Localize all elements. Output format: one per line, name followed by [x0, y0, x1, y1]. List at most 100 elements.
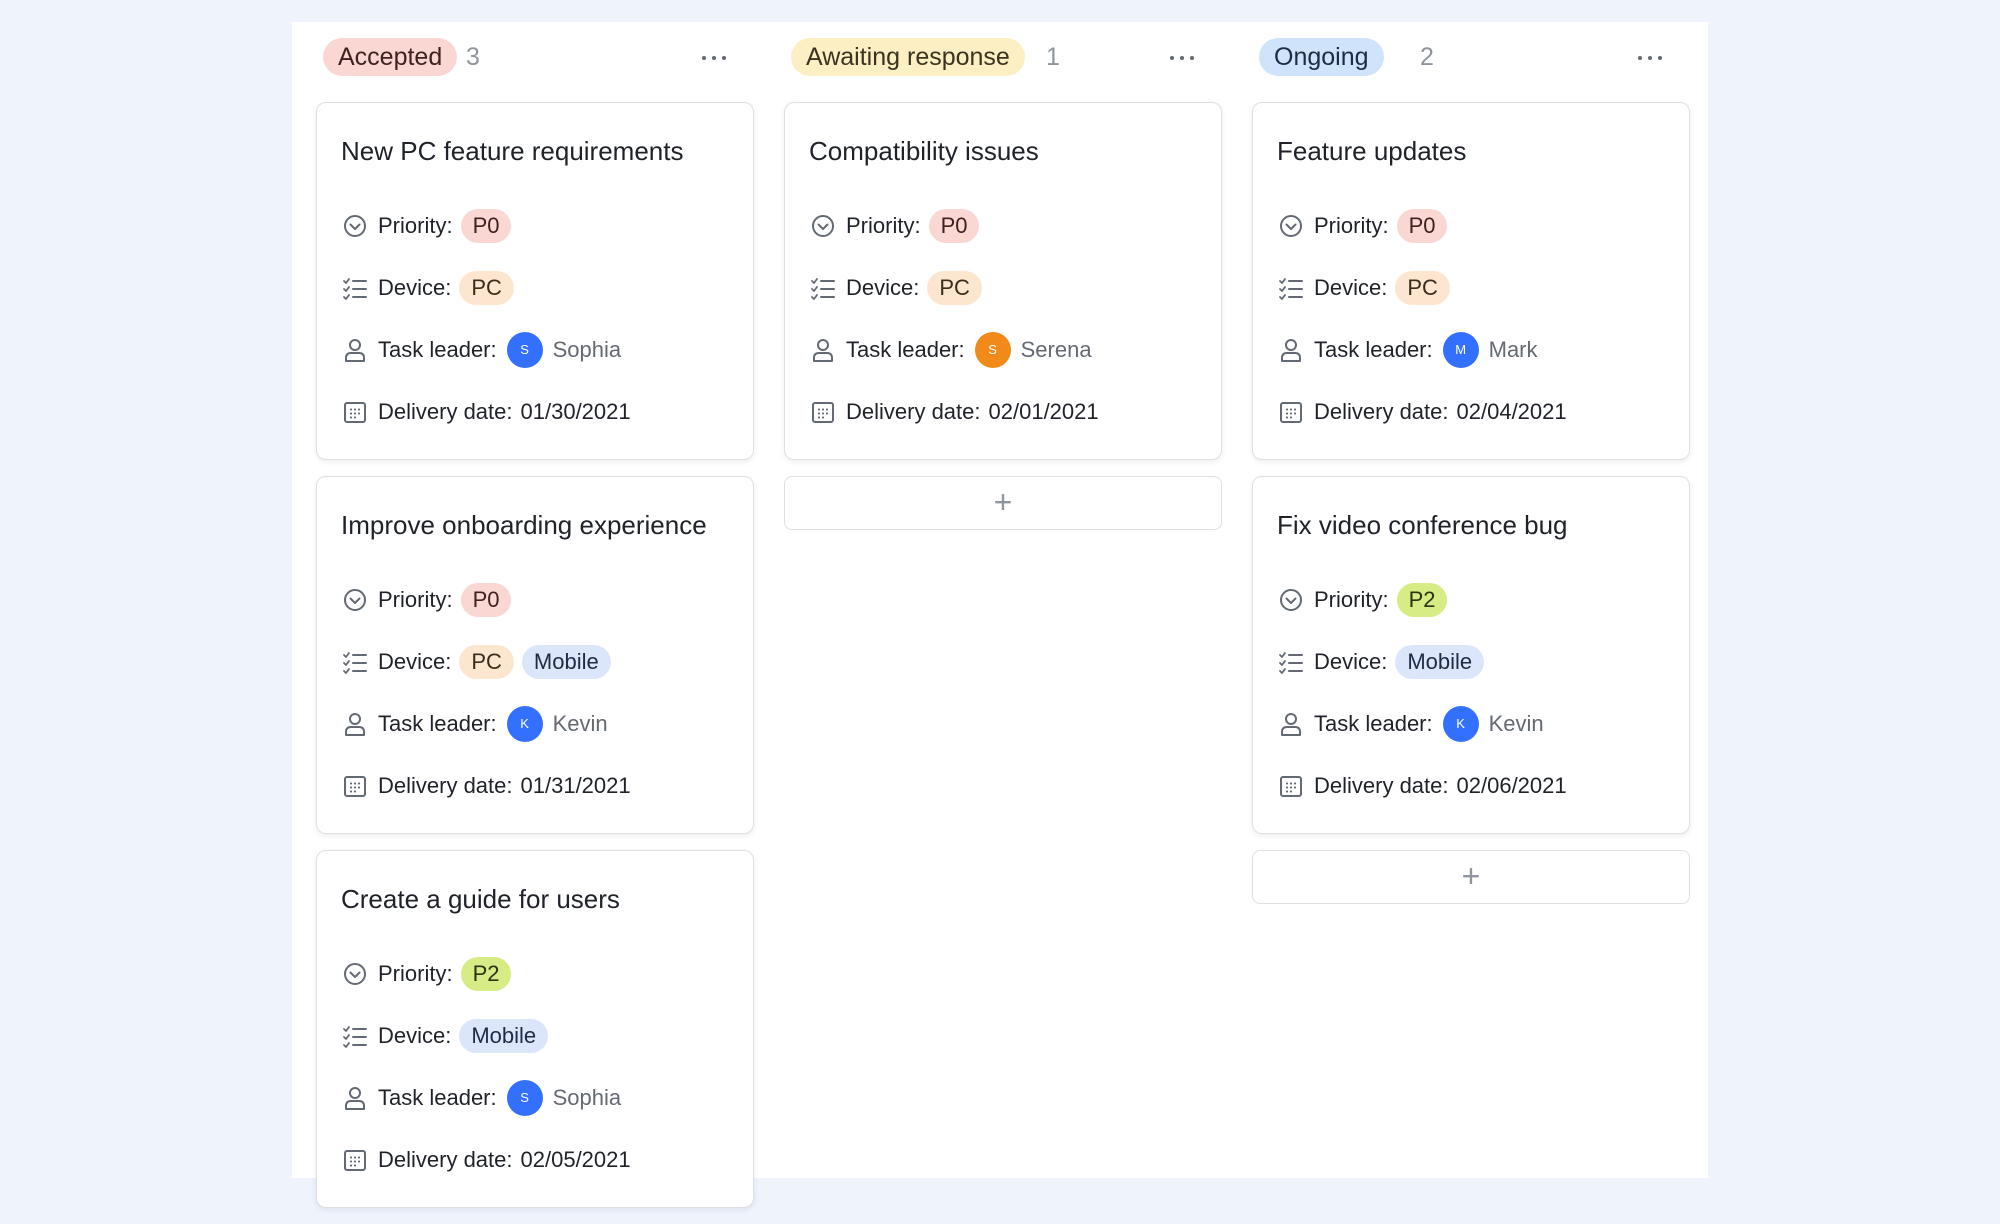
date-row: Delivery date: 02/06/2021: [1277, 755, 1665, 817]
delivery-date: 02/04/2021: [1456, 399, 1567, 424]
date-label: Delivery date:: [1314, 399, 1449, 424]
leader-name: Sophia: [552, 1085, 622, 1110]
leader-name: Mark: [1488, 337, 1538, 362]
leader-name: Sophia: [552, 337, 622, 362]
add-card-button[interactable]: +: [1252, 850, 1690, 904]
column-ongoing: Ongoing 2 Feature updates Priority: P0 D…: [1252, 22, 1690, 904]
card-title: Improve onboarding experience: [341, 510, 707, 540]
priority-row: Priority: P0: [1277, 195, 1665, 257]
checklist-icon: [341, 1022, 369, 1050]
date-label: Delivery date:: [378, 399, 513, 424]
card-title: Fix video conference bug: [1277, 510, 1568, 540]
device-row: Device: PC Mobile: [341, 631, 729, 693]
leader-label: Task leader:: [378, 337, 497, 362]
priority-row: Priority: P2: [341, 943, 729, 1005]
column-accepted: Accepted 3 New PC feature requirements P…: [316, 22, 754, 1224]
calendar-icon: [1277, 772, 1305, 800]
leader-label: Task leader:: [1314, 711, 1433, 736]
leader-row: Task leader: S Serena: [809, 319, 1197, 381]
leader-name: Kevin: [552, 711, 608, 736]
priority-label: Priority:: [1314, 213, 1389, 238]
device-tag: PC: [1395, 271, 1450, 305]
circle-check-icon: [1277, 586, 1305, 614]
circle-check-icon: [1277, 212, 1305, 240]
leader-name: Kevin: [1488, 711, 1544, 736]
avatar[interactable]: S: [974, 332, 1011, 368]
device-row: Device: Mobile: [1277, 631, 1665, 693]
leader-name: Serena: [1020, 337, 1092, 362]
card-title: New PC feature requirements: [341, 136, 684, 166]
leader-row: Task leader: S Sophia: [341, 319, 729, 381]
priority-label: Priority:: [378, 587, 453, 612]
leader-row: Task leader: K Kevin: [1277, 693, 1665, 755]
avatar[interactable]: S: [506, 332, 543, 368]
date-label: Delivery date:: [846, 399, 981, 424]
status-pill[interactable]: Awaiting response: [791, 38, 1025, 76]
device-tag: PC: [927, 271, 982, 305]
device-row: Device: PC: [341, 257, 729, 319]
more-icon[interactable]: [698, 48, 730, 68]
checklist-icon: [341, 648, 369, 676]
checklist-icon: [1277, 648, 1305, 676]
leader-label: Task leader:: [846, 337, 965, 362]
avatar[interactable]: K: [506, 706, 543, 742]
delivery-date: 01/31/2021: [520, 773, 631, 798]
device-tag: Mobile: [459, 1019, 549, 1053]
priority-row: Priority: P2: [1277, 569, 1665, 631]
card-title: Create a guide for users: [341, 884, 620, 914]
column-count: 1: [1046, 43, 1060, 71]
column-header: Ongoing 2: [1252, 22, 1690, 102]
leader-label: Task leader:: [378, 711, 497, 736]
status-pill[interactable]: Accepted: [323, 38, 458, 76]
priority-row: Priority: P0: [809, 195, 1197, 257]
column-header: Awaiting response 1: [784, 22, 1222, 102]
leader-row: Task leader: K Kevin: [341, 693, 729, 755]
device-row: Device: Mobile: [341, 1005, 729, 1067]
card-title: Feature updates: [1277, 136, 1467, 166]
column-count: 2: [1420, 43, 1434, 71]
circle-check-icon: [341, 586, 369, 614]
more-icon[interactable]: [1166, 48, 1198, 68]
task-card[interactable]: Feature updates Priority: P0 Device: PC …: [1252, 102, 1690, 460]
avatar[interactable]: S: [506, 1080, 543, 1116]
leader-label: Task leader:: [378, 1085, 497, 1110]
delivery-date: 01/30/2021: [520, 399, 631, 424]
device-label: Device:: [378, 275, 452, 300]
person-icon: [341, 710, 369, 738]
more-icon[interactable]: [1634, 48, 1666, 68]
leader-row: Task leader: M Mark: [1277, 319, 1665, 381]
date-row: Delivery date: 02/05/2021: [341, 1129, 729, 1191]
calendar-icon: [341, 1146, 369, 1174]
status-pill[interactable]: Ongoing: [1259, 38, 1384, 76]
calendar-icon: [1277, 398, 1305, 426]
task-card[interactable]: Compatibility issues Priority: P0 Device…: [784, 102, 1222, 460]
add-card-button[interactable]: +: [784, 476, 1222, 530]
avatar[interactable]: M: [1442, 332, 1479, 368]
column-count: 3: [466, 43, 480, 71]
checklist-icon: [341, 274, 369, 302]
device-label: Device:: [1314, 275, 1388, 300]
delivery-date: 02/01/2021: [988, 399, 1099, 424]
date-row: Delivery date: 01/31/2021: [341, 755, 729, 817]
kanban-board: Accepted 3 New PC feature requirements P…: [292, 22, 1708, 1208]
avatar[interactable]: K: [1442, 706, 1479, 742]
date-row: Delivery date: 01/30/2021: [341, 381, 729, 443]
priority-row: Priority: P0: [341, 569, 729, 631]
circle-check-icon: [341, 960, 369, 988]
task-card[interactable]: Create a guide for users Priority: P2 De…: [316, 850, 754, 1208]
priority-tag: P0: [460, 209, 512, 243]
device-label: Device:: [378, 1023, 452, 1048]
device-row: Device: PC: [809, 257, 1197, 319]
priority-tag: P2: [460, 957, 512, 991]
priority-label: Priority:: [846, 213, 921, 238]
delivery-date: 02/06/2021: [1456, 773, 1567, 798]
task-card[interactable]: New PC feature requirements Priority: P0…: [316, 102, 754, 460]
priority-tag: P0: [928, 209, 980, 243]
date-label: Delivery date:: [1314, 773, 1449, 798]
delivery-date: 02/05/2021: [520, 1147, 631, 1172]
device-tag: PC: [459, 645, 514, 679]
task-card[interactable]: Improve onboarding experience Priority: …: [316, 476, 754, 834]
task-card[interactable]: Fix video conference bug Priority: P2 De…: [1252, 476, 1690, 834]
date-row: Delivery date: 02/01/2021: [809, 381, 1197, 443]
circle-check-icon: [809, 212, 837, 240]
